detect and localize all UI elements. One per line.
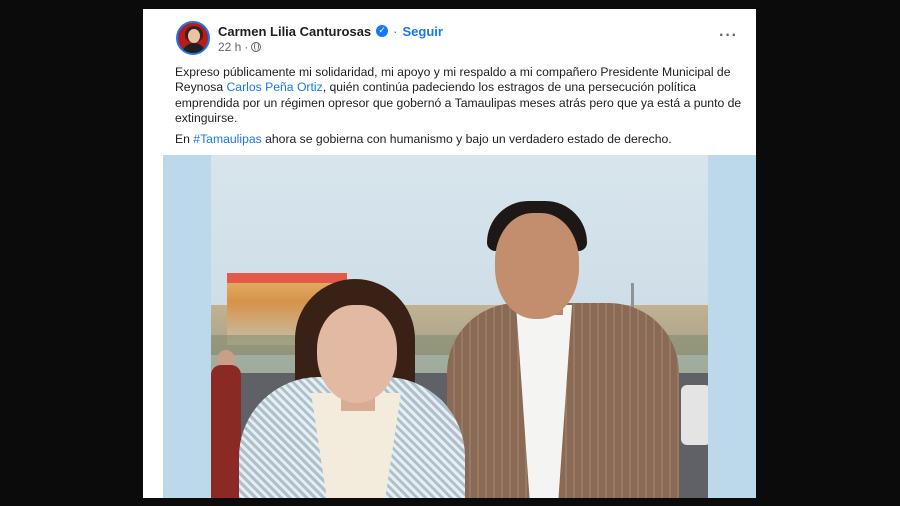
parked-car — [681, 385, 708, 445]
avatar-face — [188, 29, 200, 43]
post-header: Carmen Lilia Canturosas ✓ · Seguir 22 h … — [143, 9, 756, 159]
hashtag-link[interactable]: #Tamaulipas — [193, 132, 261, 146]
mention-link[interactable]: Carlos Peña Ortiz — [227, 80, 323, 94]
author-row: Carmen Lilia Canturosas ✓ · Seguir — [218, 22, 443, 40]
facebook-post: Carmen Lilia Canturosas ✓ · Seguir 22 h … — [143, 9, 756, 498]
name-separator: · — [393, 23, 398, 39]
photo-scene — [211, 155, 708, 498]
meta-separator: · — [244, 40, 249, 54]
author-name[interactable]: Carmen Lilia Canturosas — [218, 24, 371, 39]
avatar-body — [182, 43, 206, 53]
man-face — [495, 213, 579, 319]
post-photo[interactable] — [163, 155, 756, 498]
verified-badge-icon: ✓ — [376, 25, 389, 37]
more-options-icon[interactable]: ··· — [719, 27, 738, 45]
author-avatar[interactable] — [176, 21, 210, 55]
post-timestamp[interactable]: 22 h — [218, 40, 241, 54]
paragraph-2-text-a: En — [175, 131, 194, 146]
bystander — [211, 365, 241, 498]
woman-face — [317, 305, 397, 403]
post-meta: 22 h · — [218, 40, 262, 54]
paragraph-2-text-b: ahora se gobierna con humanismo y bajo u… — [261, 131, 672, 146]
post-body: Expreso públicamente mi solidaridad, mi … — [175, 65, 750, 152]
follow-button[interactable]: Seguir — [403, 24, 443, 39]
globe-icon — [251, 42, 262, 52]
post-paragraph-1: Expreso públicamente mi solidaridad, mi … — [175, 65, 750, 127]
post-paragraph-2: En #Tamaulipas ahora se gobierna con hum… — [175, 132, 750, 147]
